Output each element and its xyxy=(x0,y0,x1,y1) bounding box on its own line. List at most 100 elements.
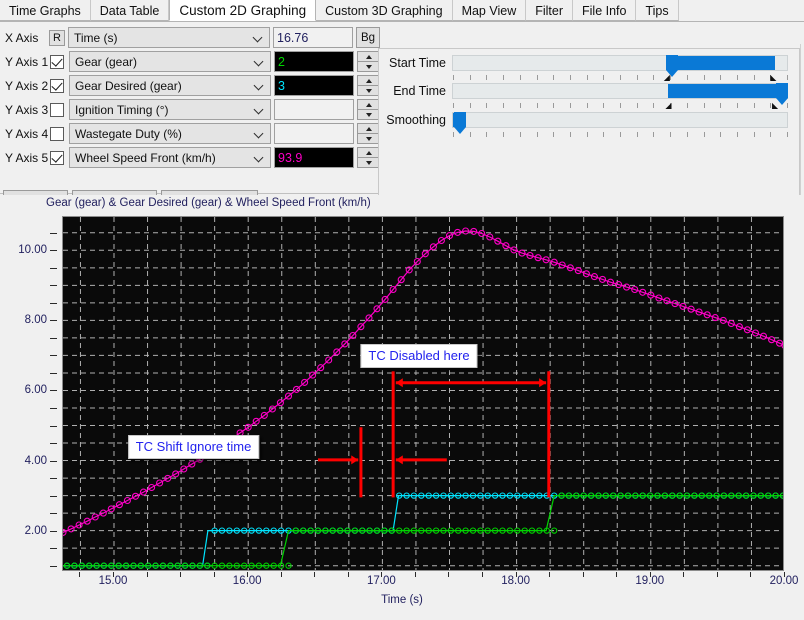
channel-dropdown[interactable]: Time (s) xyxy=(68,27,270,48)
slider-track[interactable] xyxy=(452,55,788,71)
x-tick-mark xyxy=(650,572,651,577)
chevron-down-icon xyxy=(254,153,264,163)
slider-range-start-marker: ◢ xyxy=(664,73,670,82)
tab-map-view[interactable]: Map View xyxy=(453,0,527,21)
channel-dropdown[interactable]: Wheel Speed Front (km/h) xyxy=(69,147,271,168)
channel-control-panel: X AxisR Time (s) 16.76Bg Y Axis 1 Gear (gear… xyxy=(0,22,804,194)
axis-enable-checkbox[interactable] xyxy=(50,103,64,117)
slider-tick-row xyxy=(452,130,788,139)
channel-dropdown-value: Time (s) xyxy=(74,31,118,45)
slider-tick-row: ◢◣ xyxy=(452,101,788,110)
x-tick-mark xyxy=(415,572,416,577)
chevron-down-icon xyxy=(254,129,264,139)
y-tick-mark xyxy=(50,303,57,304)
tab-data-table[interactable]: Data Table xyxy=(91,0,170,21)
channel-value-readout[interactable]: 16.76 xyxy=(273,27,353,48)
y-tick-mark xyxy=(50,338,57,339)
y-tick-mark xyxy=(50,426,57,427)
channel-value-readout[interactable] xyxy=(274,123,354,144)
axis-enable-checkbox[interactable] xyxy=(50,55,64,69)
x-tick-mark xyxy=(113,572,114,577)
axis-row-5: Y Axis 5 Wheel Speed Front (km/h) 93.9 xyxy=(3,146,381,169)
axis-row-label: Y Axis 2 xyxy=(3,79,49,93)
axis-row-1: Y Axis 1 Gear (gear)2 xyxy=(3,50,381,73)
y-tick-mark xyxy=(50,390,57,391)
channel-value-readout[interactable]: 2 xyxy=(274,51,354,72)
y-tick-label: 4.00 xyxy=(25,455,47,467)
x-tick-mark xyxy=(79,572,80,577)
background-color-button[interactable]: Bg xyxy=(356,27,380,48)
tab-time-graphs[interactable]: Time Graphs xyxy=(0,0,91,21)
x-tick-mark xyxy=(549,572,550,577)
tab-custom-2d-graphing[interactable]: Custom 2D Graphing xyxy=(169,0,316,21)
tab-file-info[interactable]: File Info xyxy=(573,0,636,21)
y-tick-mark xyxy=(50,548,57,549)
chevron-down-icon xyxy=(254,57,264,67)
slider-row-end-time: End Time◢◣ xyxy=(379,83,788,110)
channel-dropdown[interactable]: Gear Desired (gear) xyxy=(69,75,271,96)
channel-dropdown-value: Wastegate Duty (%) xyxy=(75,127,182,141)
channel-dropdown[interactable]: Gear (gear) xyxy=(69,51,271,72)
channel-value-readout[interactable]: 93.9 xyxy=(274,147,354,168)
y-tick-mark xyxy=(50,443,57,444)
panel-scroll-stub[interactable] xyxy=(800,44,804,214)
chart-title: Gear (gear) & Gear Desired (gear) & Whee… xyxy=(46,197,371,209)
channel-dropdown-value: Ignition Timing (°) xyxy=(75,103,169,117)
axis-enable-checkbox[interactable] xyxy=(50,127,64,141)
y-tick-mark xyxy=(50,408,57,409)
slider-label: End Time xyxy=(379,83,452,98)
axis-row-label: Y Axis 5 xyxy=(3,151,49,165)
tab-custom-3d-graphing[interactable]: Custom 3D Graphing xyxy=(316,0,452,21)
axis-row-3: Y Axis 3 Ignition Timing (°) xyxy=(3,98,381,121)
x-axis-labels: 15.0016.0017.0018.0019.0020.00 xyxy=(0,575,804,595)
y-tick-mark xyxy=(50,566,57,567)
x-tick-mark xyxy=(683,572,684,577)
axis-selector-grid: X AxisR Time (s) 16.76Bg Y Axis 1 Gear (gear… xyxy=(3,26,381,170)
x-tick-mark xyxy=(281,572,282,577)
y-tick-mark xyxy=(50,268,57,269)
y-tick-mark xyxy=(50,496,57,497)
slider-tick-row: ◢◣ xyxy=(452,73,788,82)
y-tick-mark xyxy=(50,285,57,286)
slider-track[interactable] xyxy=(452,112,788,128)
channel-value-readout[interactable] xyxy=(274,99,354,120)
y-tick-mark xyxy=(50,373,57,374)
y-tick-label: 8.00 xyxy=(25,314,47,326)
axis-enable-checkbox[interactable] xyxy=(50,79,64,93)
x-tick-mark xyxy=(448,572,449,577)
tab-filter[interactable]: Filter xyxy=(526,0,573,21)
reverse-axis-button[interactable]: R xyxy=(49,30,65,46)
y-tick-mark xyxy=(50,250,57,251)
slider-range-start-marker: ◢ xyxy=(665,101,671,110)
x-tick-mark xyxy=(314,572,315,577)
chart-annotation-1: TC Shift Ignore time xyxy=(128,435,260,459)
axis-row-2: Y Axis 2 Gear Desired (gear)3 xyxy=(3,74,381,97)
x-tick-mark xyxy=(784,572,785,577)
slider-track[interactable] xyxy=(452,83,788,99)
x-tick-mark xyxy=(180,572,181,577)
channel-dropdown[interactable]: Wastegate Duty (%) xyxy=(69,123,271,144)
slider-row-start-time: Start Time◢◣ xyxy=(379,55,788,82)
axis-row-0: X AxisR Time (s) 16.76Bg xyxy=(3,26,381,49)
y-tick-mark xyxy=(50,461,57,462)
channel-dropdown[interactable]: Ignition Timing (°) xyxy=(69,99,271,120)
main-tab-bar: Time GraphsData TableCustom 2D GraphingC… xyxy=(0,0,804,22)
axis-row-4: Y Axis 4Wastegate Duty (%) xyxy=(3,122,381,145)
axis-row-label: Y Axis 3 xyxy=(3,103,49,117)
axis-enable-checkbox[interactable] xyxy=(50,151,64,165)
custom-2d-graphing-window: Time GraphsData TableCustom 2D GraphingC… xyxy=(0,0,804,620)
channel-value-readout[interactable]: 3 xyxy=(274,75,354,96)
plot-canvas[interactable] xyxy=(62,216,784,571)
channel-dropdown-value: Wheel Speed Front (km/h) xyxy=(75,151,216,165)
slider-range-end-marker: ◣ xyxy=(770,73,776,82)
axis-row-label: X Axis xyxy=(3,31,49,45)
axis-row-label: Y Axis 1 xyxy=(3,55,49,69)
tab-tips[interactable]: Tips xyxy=(636,0,678,21)
y-axis-labels: 2.004.006.008.0010.00 xyxy=(0,216,58,573)
plot-svg xyxy=(63,217,784,571)
x-tick-mark xyxy=(516,572,517,577)
x-tick-mark xyxy=(583,572,584,577)
x-tick-mark xyxy=(381,572,382,577)
slider-fill xyxy=(667,56,776,70)
x-tick-mark xyxy=(247,572,248,577)
